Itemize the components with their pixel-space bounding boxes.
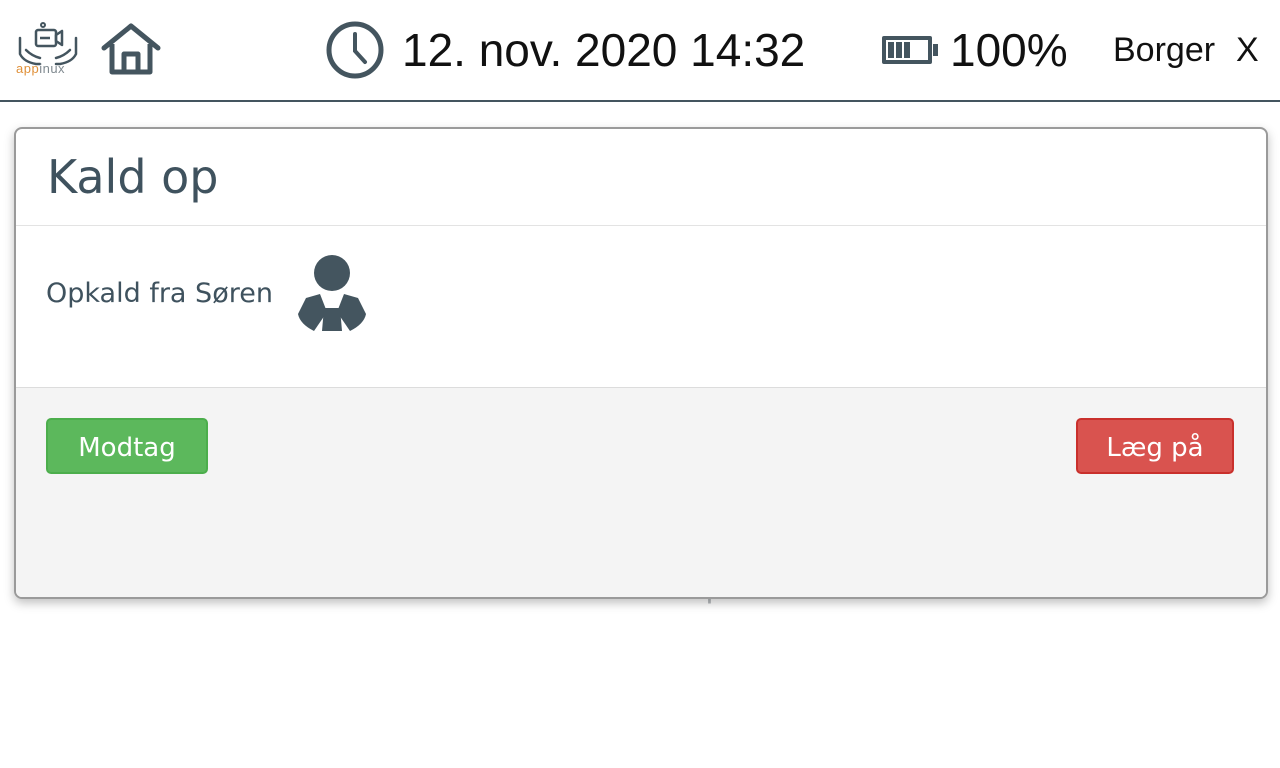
dialog-title: Kald op xyxy=(47,150,219,204)
logo-text: appinux xyxy=(16,61,66,76)
caller-text: Opkald fra Søren xyxy=(46,278,273,309)
user-label: Borger xyxy=(1113,31,1216,69)
hang-up-button[interactable]: Læg på xyxy=(1076,418,1234,474)
dialog-header: Kald op xyxy=(16,129,1266,226)
datetime-label: 12. nov. 2020 14:32 xyxy=(402,24,806,76)
battery-level: 100% xyxy=(950,24,1068,76)
accept-call-button[interactable]: Modtag xyxy=(46,418,208,474)
dialog-footer: Modtag Læg på xyxy=(16,388,1266,597)
clock-icon xyxy=(326,21,384,79)
battery-icon xyxy=(882,36,938,64)
incoming-call-dialog: Kald op Opkald fra Søren Modtag Læg på xyxy=(14,127,1268,599)
status-bar: appinux 12. nov. 2020 14:32 100% Borger … xyxy=(0,0,1280,102)
home-icon[interactable] xyxy=(100,22,162,76)
dialog-body: Opkald fra Søren xyxy=(16,226,1266,389)
person-icon xyxy=(298,255,366,331)
close-button[interactable]: X xyxy=(1236,28,1259,72)
